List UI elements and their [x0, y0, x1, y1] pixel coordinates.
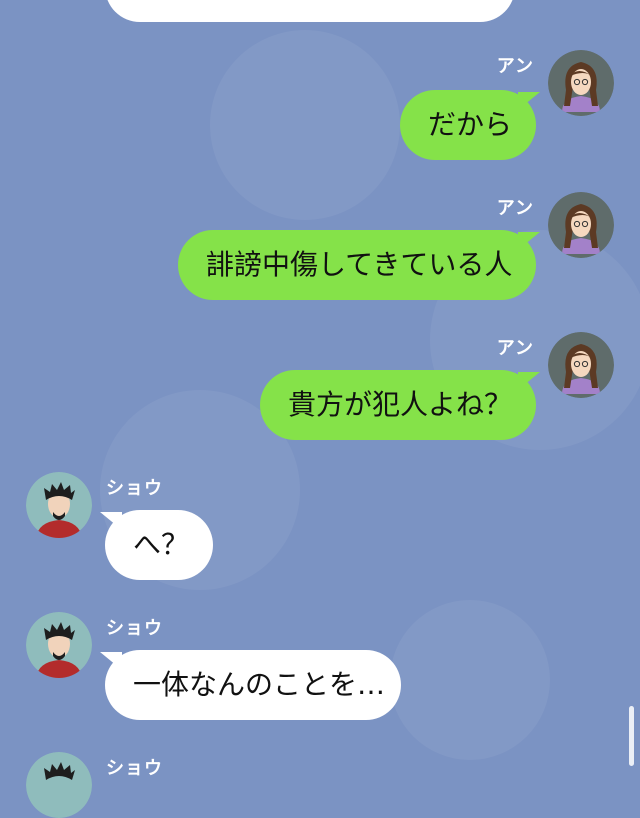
- avatar-shou[interactable]: [26, 752, 92, 818]
- message-bubble-partial[interactable]: [105, 0, 515, 22]
- background-decoration: [210, 30, 400, 220]
- avatar-an[interactable]: [548, 332, 614, 398]
- avatar-an[interactable]: [548, 50, 614, 116]
- avatar-shou[interactable]: [26, 612, 92, 678]
- sender-name: アン: [496, 56, 534, 77]
- message-bubble[interactable]: 誹謗中傷してきている人: [178, 230, 536, 300]
- message-bubble[interactable]: だから: [400, 90, 536, 160]
- message-bubble[interactable]: 一体なんのことを…: [105, 650, 401, 720]
- message-bubble[interactable]: へ？: [105, 510, 213, 580]
- avatar-shou[interactable]: [26, 472, 92, 538]
- sender-name: アン: [496, 198, 534, 219]
- background-decoration: [390, 600, 550, 760]
- message-bubble[interactable]: 貴方が犯人よね？: [260, 370, 536, 440]
- sender-name: ショウ: [106, 478, 163, 499]
- scrollbar[interactable]: [629, 706, 634, 766]
- sender-name: ショウ: [106, 618, 163, 639]
- avatar-an[interactable]: [548, 192, 614, 258]
- sender-name: ショウ: [106, 758, 163, 779]
- sender-name: アン: [496, 338, 534, 359]
- chat-screen: { "messages": [ {"sender": "アン", "text":…: [0, 0, 640, 818]
